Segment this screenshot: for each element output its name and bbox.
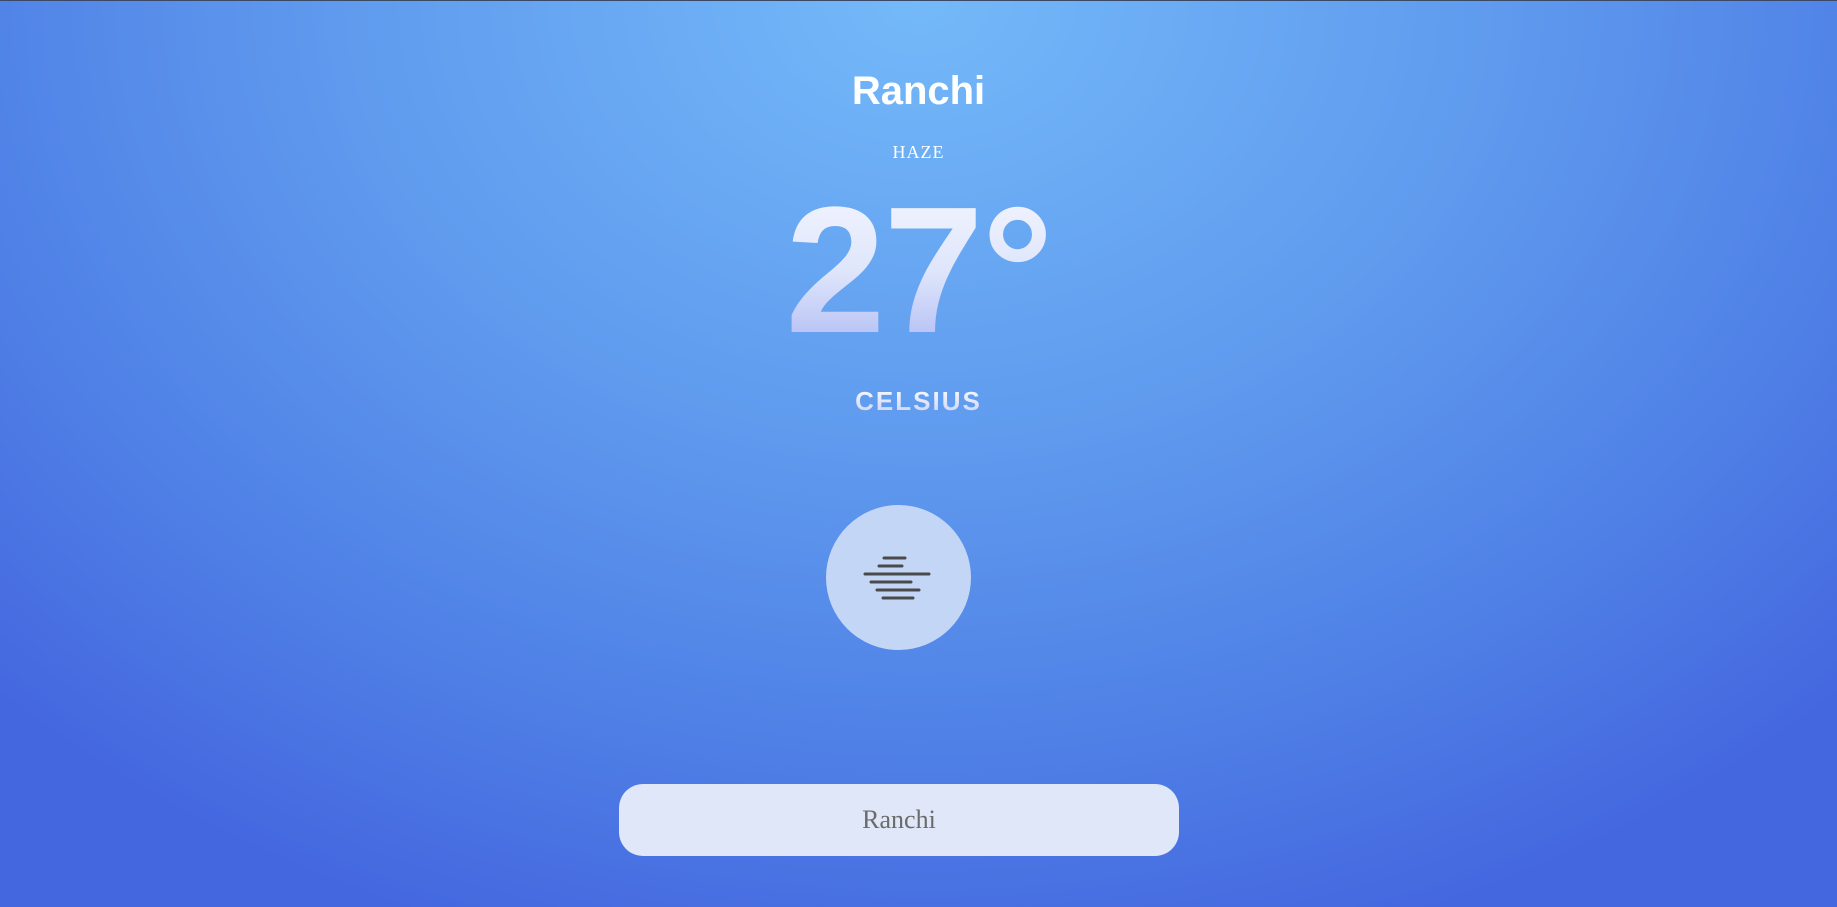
haze-icon — [863, 556, 930, 599]
weather-condition: HAZE — [892, 142, 945, 162]
city-search-box — [619, 784, 1179, 856]
temperature-unit: CELSIUS — [0, 385, 1837, 417]
city-search-input[interactable] — [619, 784, 1179, 856]
temperature-value: 27° — [0, 181, 1837, 361]
weather-icon-badge — [826, 505, 971, 650]
city-name: Ranchi — [851, 69, 986, 113]
